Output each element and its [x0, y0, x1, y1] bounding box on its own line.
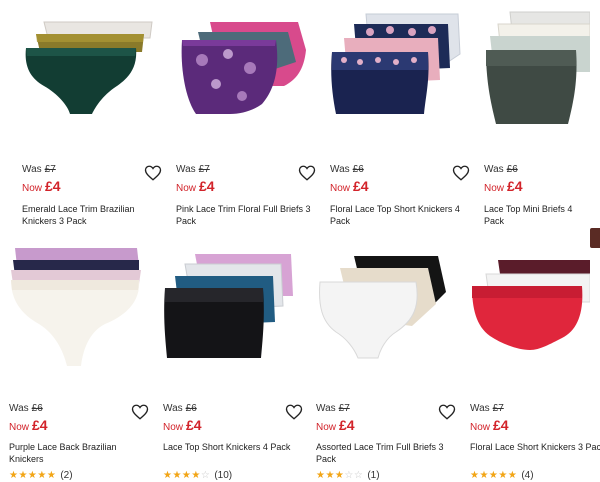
price-block: Was £7 Now £4	[22, 164, 162, 204]
was-price: Was £7	[176, 164, 210, 175]
star-rating-icon: ★★★☆☆	[316, 470, 364, 481]
product-grid: Was £7 Now £4 Emerald Lace Trim Brazilian …	[0, 0, 600, 482]
price-block: Was £6 Now £4	[330, 164, 470, 204]
was-price: Was £6	[484, 164, 518, 175]
star-rating-icon: ★★★★★	[470, 470, 518, 481]
now-price: Now £4	[330, 178, 369, 194]
product-image[interactable]	[316, 246, 456, 376]
product-title[interactable]: Assorted Lace Trim Full Briefs 3 Pack	[316, 441, 456, 465]
price-block: Was £7 Now £4	[316, 403, 456, 443]
wishlist-heart-icon[interactable]	[452, 164, 470, 182]
now-price: Now £4	[163, 417, 202, 433]
product-title[interactable]: Emerald Lace Trim Brazilian Knickers 3 P…	[22, 203, 162, 227]
product-image[interactable]	[22, 10, 162, 140]
product-rating[interactable]: ★★★☆☆ (1)	[316, 470, 380, 481]
wishlist-heart-icon[interactable]	[131, 403, 149, 421]
star-rating-icon: ★★★★★	[9, 470, 57, 481]
product-image[interactable]	[470, 246, 591, 376]
wishlist-heart-icon[interactable]	[438, 403, 456, 421]
product-image[interactable]	[163, 246, 303, 376]
price-block: Was £6 Now £4	[484, 164, 590, 204]
product-title[interactable]: Pink Lace Trim Floral Full Briefs 3 Pack	[176, 203, 316, 227]
product-image[interactable]	[330, 10, 470, 140]
product-title[interactable]: Lace Top Short Knickers 4 Pack	[163, 441, 303, 453]
was-price: Was £6	[9, 403, 43, 414]
product-title[interactable]: Floral Lace Short Knickers 3 Pac	[470, 441, 600, 453]
product-image[interactable]	[176, 10, 316, 140]
star-rating-icon: ★★★★☆	[163, 470, 211, 481]
was-price: Was £7	[316, 403, 350, 414]
now-price: Now £4	[484, 178, 523, 194]
product-title[interactable]: Lace Top Mini Briefs 4 Pack	[484, 203, 594, 227]
product-title[interactable]: Purple Lace Back Brazilian Knickers	[9, 441, 149, 465]
wishlist-heart-icon[interactable]	[298, 164, 316, 182]
was-price: Was £6	[330, 164, 364, 175]
now-price: Now £4	[22, 178, 61, 194]
now-price: Now £4	[176, 178, 215, 194]
was-price: Was £6	[163, 403, 197, 414]
product-image[interactable]	[9, 246, 149, 376]
price-block: Was £6 Now £4	[163, 403, 303, 443]
product-rating[interactable]: ★★★★★ (4)	[470, 470, 534, 481]
was-price: Was £7	[470, 403, 504, 414]
now-price: Now £4	[316, 417, 355, 433]
product-rating[interactable]: ★★★★☆ (10)	[163, 470, 232, 481]
wishlist-heart-icon[interactable]	[285, 403, 303, 421]
side-feedback-tab[interactable]	[590, 228, 600, 248]
wishlist-heart-icon[interactable]	[144, 164, 162, 182]
product-image[interactable]	[484, 10, 591, 140]
price-block: Was £7 Now £4	[176, 164, 316, 204]
price-block: Was £7 Now £4	[470, 403, 590, 443]
price-block: Was £6 Now £4	[9, 403, 149, 443]
product-rating[interactable]: ★★★★★ (2)	[9, 470, 73, 481]
was-price: Was £7	[22, 164, 56, 175]
now-price: Now £4	[470, 417, 509, 433]
now-price: Now £4	[9, 417, 48, 433]
product-title[interactable]: Floral Lace Top Short Knickers 4 Pack	[330, 203, 470, 227]
